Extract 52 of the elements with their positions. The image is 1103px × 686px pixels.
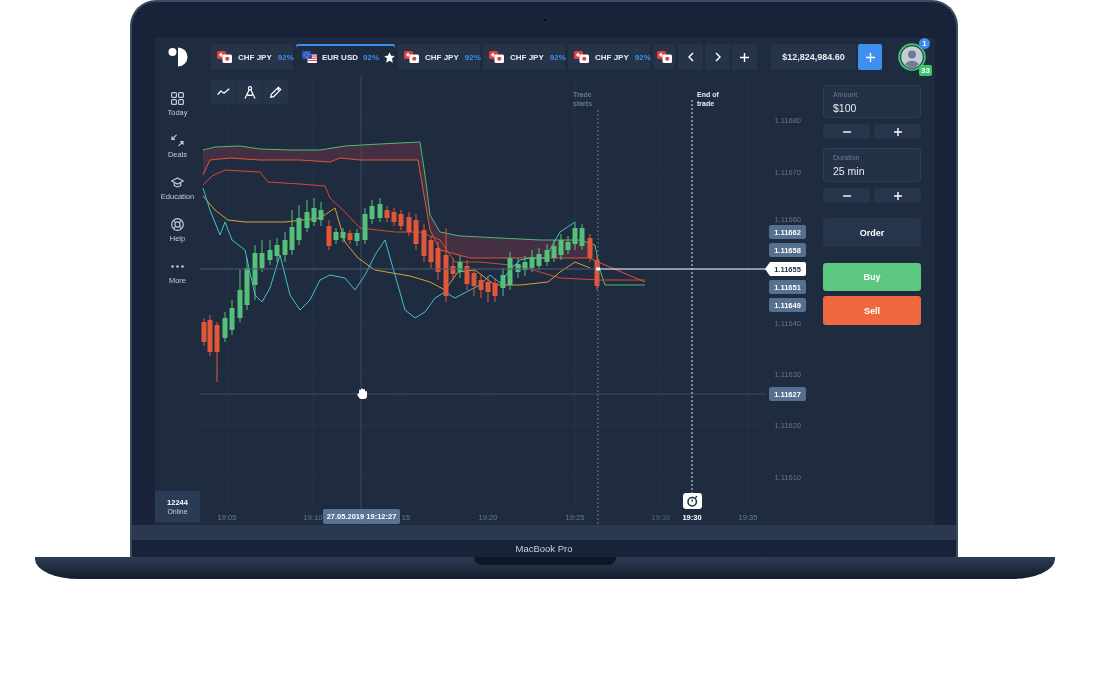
minus-icon bbox=[842, 194, 851, 197]
decrease-button[interactable] bbox=[823, 124, 870, 139]
plus-icon bbox=[893, 127, 902, 136]
more-icon bbox=[171, 265, 184, 268]
hand-cursor-icon bbox=[357, 388, 367, 399]
increase-button[interactable] bbox=[874, 124, 921, 139]
compass-icon bbox=[243, 85, 256, 99]
asset-tab[interactable] bbox=[653, 44, 675, 70]
deposit-button[interactable] bbox=[858, 44, 882, 70]
plus-icon bbox=[865, 52, 875, 62]
rising-candle bbox=[354, 228, 360, 247]
previous-button[interactable] bbox=[678, 44, 703, 70]
falling-candle bbox=[347, 229, 353, 245]
grid-icon bbox=[171, 92, 184, 105]
line-chart-icon bbox=[217, 88, 230, 96]
flags-icon bbox=[217, 51, 232, 63]
asset-tab[interactable]: CHF JPY 92% bbox=[211, 44, 293, 70]
draw-button[interactable] bbox=[263, 80, 288, 104]
flags-icon bbox=[657, 51, 672, 63]
logo-icon bbox=[167, 47, 188, 67]
asset-tab[interactable]: CHF JPY 92% bbox=[483, 44, 565, 70]
graduation-cap-icon bbox=[171, 176, 184, 189]
plus-icon bbox=[740, 52, 749, 62]
flags-icon bbox=[302, 51, 317, 63]
minus-icon bbox=[842, 130, 851, 133]
asset-tab[interactable]: CHF JPY 92% bbox=[568, 44, 650, 70]
chevron-right-icon bbox=[714, 52, 721, 62]
flags-icon bbox=[574, 51, 589, 63]
asset-tab[interactable]: CHF JPY 92% bbox=[398, 44, 480, 70]
falling-candle bbox=[326, 219, 332, 251]
rising-candle bbox=[457, 255, 463, 279]
plus-icon bbox=[893, 191, 902, 200]
device-label: MacBook Pro bbox=[515, 543, 573, 555]
indicators-button[interactable] bbox=[211, 80, 236, 104]
flags-icon bbox=[404, 51, 419, 63]
increase-button[interactable] bbox=[874, 188, 921, 203]
stopwatch-icon[interactable] bbox=[683, 493, 702, 509]
level-badge: 33 bbox=[919, 65, 932, 76]
order-button[interactable]: Order bbox=[823, 218, 921, 247]
balance-display: $12,824,984.60 bbox=[771, 44, 856, 70]
star-icon bbox=[384, 51, 396, 63]
add-tab-button[interactable] bbox=[732, 44, 757, 70]
decrease-button[interactable] bbox=[823, 188, 870, 203]
diagonal-arrows-icon bbox=[171, 134, 184, 147]
rising-candle bbox=[377, 197, 383, 223]
next-button[interactable] bbox=[705, 44, 730, 70]
pencil-icon bbox=[269, 86, 282, 98]
camera-icon bbox=[542, 17, 548, 23]
lifebuoy-icon bbox=[171, 218, 184, 231]
flags-icon bbox=[489, 51, 504, 63]
drawing-tools-button[interactable] bbox=[237, 80, 262, 104]
chevron-left-icon bbox=[687, 52, 694, 62]
